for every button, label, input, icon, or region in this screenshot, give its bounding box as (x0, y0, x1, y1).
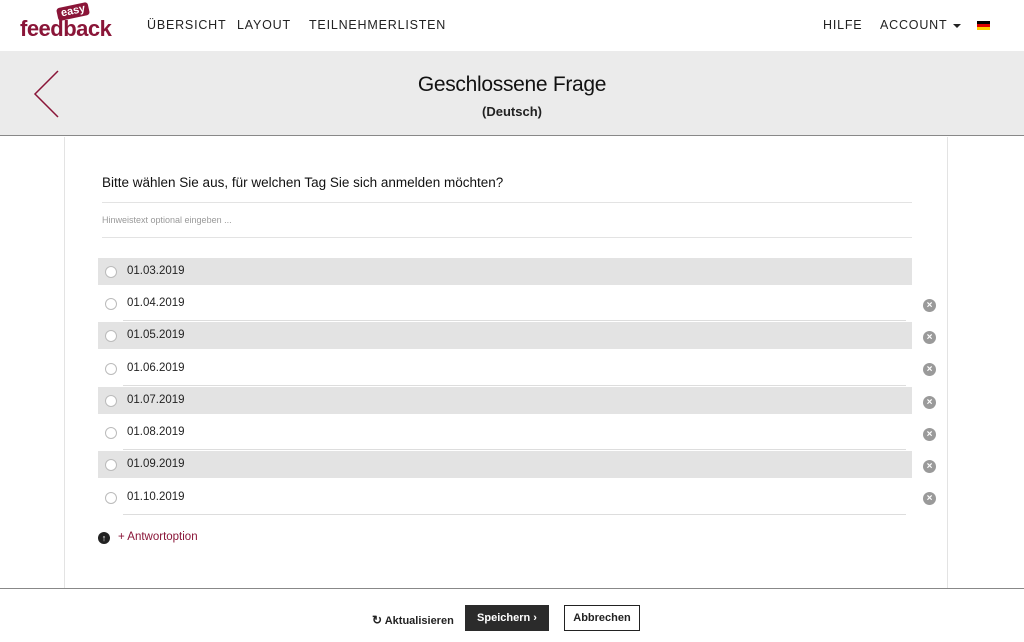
hint-text-field[interactable]: Hinweistext optional eingeben ... (102, 215, 912, 238)
answer-option-label[interactable]: 01.08.2019 (127, 426, 185, 438)
easyfeedback-logo[interactable]: easy feedback (20, 1, 112, 42)
top-navigation: easy feedback ÜBERSICHT LAYOUT TEILNEHME… (0, 0, 1024, 51)
radio-button[interactable] (105, 266, 117, 278)
logo-feedback-text: feedback (20, 16, 112, 41)
answer-option[interactable]: 01.06.2019 (98, 355, 912, 386)
page-title: Geschlossene Frage (417, 73, 607, 96)
delete-option-icon[interactable]: × (923, 331, 936, 344)
answer-option-label[interactable]: 01.09.2019 (127, 458, 185, 470)
radio-button[interactable] (105, 459, 117, 471)
answer-option[interactable]: 01.07.2019 (98, 387, 912, 414)
answer-option[interactable]: 01.10.2019 (98, 484, 912, 515)
answer-option-label[interactable]: 01.06.2019 (127, 362, 185, 374)
delete-option-icon[interactable]: × (923, 396, 936, 409)
refresh-icon: ↻ (372, 613, 383, 627)
save-label: Speichern (477, 612, 531, 624)
answer-option-label[interactable]: 01.03.2019 (127, 265, 185, 277)
delete-option-icon[interactable]: × (923, 428, 936, 441)
german-flag-icon[interactable] (977, 21, 990, 30)
nav-uebersicht[interactable]: ÜBERSICHT (147, 18, 226, 32)
save-button[interactable]: Speichern › (465, 605, 549, 631)
question-text-field[interactable]: Bitte wählen Sie aus, für welchen Tag Si… (102, 175, 912, 203)
answer-option[interactable]: 01.05.2019 (98, 322, 912, 349)
chevron-right-icon: › (533, 612, 537, 624)
divider (123, 320, 906, 321)
arrow-up-circle-icon: ↑ (98, 532, 110, 544)
nav-account-label: ACCOUNT (880, 18, 948, 32)
cancel-button[interactable]: Abbrechen (564, 605, 640, 631)
divider (123, 449, 906, 450)
delete-option-icon[interactable]: × (923, 492, 936, 505)
answer-option-label[interactable]: 01.07.2019 (127, 394, 185, 406)
answer-option[interactable]: 01.04.2019 (98, 290, 912, 321)
radio-button[interactable] (105, 330, 117, 342)
divider (123, 385, 906, 386)
delete-option-icon[interactable]: × (923, 299, 936, 312)
answer-option-label[interactable]: 01.05.2019 (127, 329, 185, 341)
refresh-button[interactable]: ↻ Aktualisieren (372, 613, 454, 627)
nav-hilfe[interactable]: HILFE (823, 18, 862, 32)
nav-layout[interactable]: LAYOUT (237, 18, 291, 32)
radio-button[interactable] (105, 492, 117, 504)
radio-button[interactable] (105, 395, 117, 407)
answer-option-label[interactable]: 01.04.2019 (127, 297, 185, 309)
nav-teilnehmerlisten[interactable]: TEILNEHMERLISTEN (309, 18, 446, 32)
add-answer-option-button[interactable]: ↑ + Antwortoption (98, 531, 198, 544)
answer-option[interactable]: 01.09.2019 (98, 451, 912, 478)
refresh-label: Aktualisieren (384, 615, 454, 627)
radio-button[interactable] (105, 298, 117, 310)
answer-option[interactable]: 01.08.2019 (98, 419, 912, 450)
page-subtitle: (Deutsch) (482, 104, 542, 119)
delete-option-icon[interactable]: × (923, 363, 936, 376)
radio-button[interactable] (105, 427, 117, 439)
nav-account[interactable]: ACCOUNT (880, 18, 962, 32)
radio-button[interactable] (105, 363, 117, 375)
page-header: Geschlossene Frage (Deutsch) (0, 51, 1024, 136)
answer-option-label[interactable]: 01.10.2019 (127, 491, 185, 503)
answer-option[interactable]: 01.03.2019 (98, 258, 912, 285)
add-answer-option-label: + Antwortoption (118, 531, 198, 543)
action-footer: ↻ Aktualisieren Speichern › Abbrechen (0, 588, 1024, 642)
divider (123, 514, 906, 515)
delete-option-icon[interactable]: × (923, 460, 936, 473)
caret-down-icon (953, 23, 962, 28)
